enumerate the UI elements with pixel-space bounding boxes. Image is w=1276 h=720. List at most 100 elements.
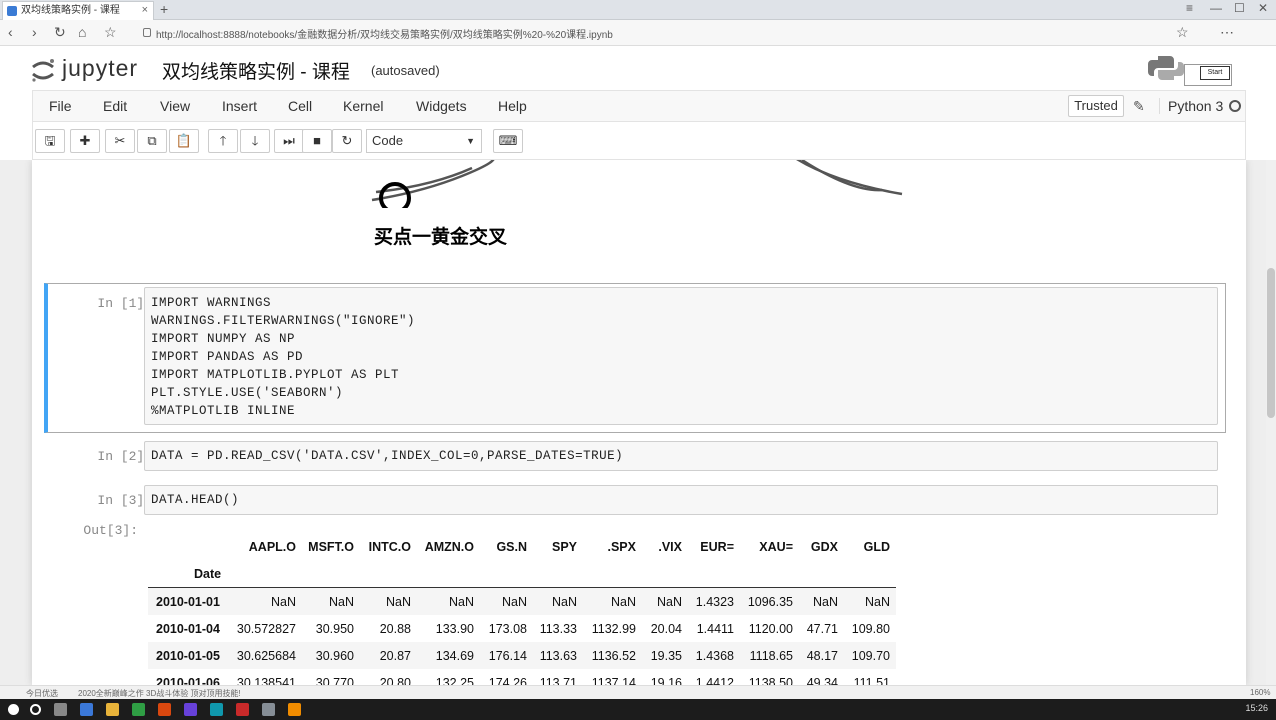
home-icon[interactable]: ⌂ xyxy=(78,24,86,40)
app-icon[interactable] xyxy=(158,703,171,716)
table-cell: 1137.14 xyxy=(591,676,636,685)
extension-icon[interactable]: ⋯ xyxy=(1220,24,1234,41)
table-cell: NaN xyxy=(270,595,296,609)
notebook-page: 买点一黄金交叉 In [1]: IMPORT WARNINGS WARNINGS… xyxy=(32,160,1246,685)
table-cell: 30.625684 xyxy=(236,649,296,663)
maximize-icon[interactable]: ☐ xyxy=(1234,1,1245,15)
browser-app-icon[interactable] xyxy=(80,703,93,716)
table-cell: 1120.00 xyxy=(748,622,793,636)
app-icon[interactable] xyxy=(184,703,197,716)
app-icon[interactable] xyxy=(236,703,249,716)
back-icon[interactable]: ‹ xyxy=(8,24,13,40)
menubar: File Edit View Insert Cell Kernel Widget… xyxy=(32,90,1246,122)
table-cell: NaN xyxy=(328,595,354,609)
start-menu-icon[interactable] xyxy=(8,704,19,715)
move-up-icon[interactable]: 🡑 xyxy=(208,129,238,153)
run-icon[interactable]: ⏭ xyxy=(274,129,304,153)
table-cell: 20.04 xyxy=(650,622,682,636)
status-left-text[interactable]: 今日优选 xyxy=(26,688,58,699)
start-button[interactable]: Start xyxy=(1200,66,1230,80)
menu-cell[interactable]: Cell xyxy=(288,98,312,114)
table-cell: NaN xyxy=(501,595,527,609)
kernel-status-icon xyxy=(1229,100,1241,112)
table-cell: 1.4323 xyxy=(695,595,734,609)
column-header: XAU= xyxy=(759,540,793,554)
interrupt-icon[interactable]: ■ xyxy=(302,129,332,153)
status-news-text[interactable]: 2020全新巅峰之作 3D战斗体验 顶对顶用技能! xyxy=(78,688,241,699)
table-cell: 1138.50 xyxy=(748,676,793,685)
cell-type-value: Code xyxy=(372,133,404,148)
system-clock[interactable]: 15:26 xyxy=(1245,703,1268,713)
table-cell: 173.08 xyxy=(488,622,527,636)
column-header: GDX xyxy=(810,540,838,554)
folder-app-icon[interactable] xyxy=(106,703,119,716)
column-header: AMZN.O xyxy=(424,540,474,554)
menu-file[interactable]: File xyxy=(49,98,72,114)
jupyter-logo-icon xyxy=(32,59,54,82)
page-info-icon[interactable] xyxy=(143,28,151,37)
zoom-level[interactable]: 160% xyxy=(1250,688,1270,697)
bookmark-icon[interactable]: ☆ xyxy=(104,24,117,41)
menu-insert[interactable]: Insert xyxy=(222,98,257,114)
column-header: AAPL.O xyxy=(248,540,296,554)
move-down-icon[interactable]: 🡓 xyxy=(240,129,270,153)
app-icon[interactable] xyxy=(210,703,223,716)
app-icon[interactable] xyxy=(288,703,301,716)
column-header: EUR= xyxy=(700,540,734,554)
minimize-icon[interactable]: — xyxy=(1210,1,1222,15)
notebook-title[interactable]: 双均线策略实例 - 课程 xyxy=(162,57,350,84)
notebook-area: 买点一黄金交叉 In [1]: IMPORT WARNINGS WARNINGS… xyxy=(0,160,1276,685)
table-cell: 1132.99 xyxy=(591,622,636,636)
table-cell: 132.25 xyxy=(435,676,474,685)
row-index: 2010-01-06 xyxy=(156,676,220,685)
table-cell: 30.950 xyxy=(315,622,354,636)
forward-icon[interactable]: › xyxy=(32,24,37,40)
column-header: GLD xyxy=(863,540,890,554)
cell-type-select[interactable]: Code ▼ xyxy=(366,129,482,153)
menu-view[interactable]: View xyxy=(160,98,190,114)
chevron-down-icon: ▼ xyxy=(466,136,475,146)
table-cell: 1.4368 xyxy=(695,649,734,663)
search-icon[interactable] xyxy=(30,704,41,715)
menu-widgets[interactable]: Widgets xyxy=(416,98,467,114)
menu-help[interactable]: Help xyxy=(498,98,527,114)
notebook-toolbar: 🖫 ✚ ✂ ⧉ 📋 🡑 🡓 ⏭ ■ ↻ Code ▼ ⌨ xyxy=(32,122,1246,160)
app-icon[interactable] xyxy=(132,703,145,716)
table-cell: 30.138541 xyxy=(236,676,296,685)
column-header: .SPX xyxy=(607,540,637,554)
command-palette-icon[interactable]: ⌨ xyxy=(493,129,523,153)
python-logo-icon xyxy=(1148,56,1184,80)
menu-icon[interactable]: ≡ xyxy=(1186,1,1193,15)
table-cell: 133.90 xyxy=(435,622,474,636)
table-cell: 19.35 xyxy=(650,649,682,663)
menu-kernel[interactable]: Kernel xyxy=(343,98,383,114)
tab-title: 双均线策略实例 - 课程 xyxy=(21,5,120,16)
table-cell: 48.17 xyxy=(806,649,838,663)
menu-edit[interactable]: Edit xyxy=(103,98,127,114)
close-tab-icon[interactable]: × xyxy=(142,2,148,19)
scrollbar-thumb[interactable] xyxy=(1267,268,1275,418)
save-icon[interactable]: 🖫 xyxy=(35,129,65,153)
task-view-icon[interactable] xyxy=(54,703,67,716)
copy-icon[interactable]: ⧉ xyxy=(137,129,167,153)
close-window-icon[interactable]: ✕ xyxy=(1258,1,1268,15)
column-header: INTC.O xyxy=(368,540,411,554)
table-cell: 109.70 xyxy=(851,649,890,663)
column-header: GS.N xyxy=(496,540,527,554)
app-icon[interactable] xyxy=(262,703,275,716)
url-field[interactable]: http://localhost:8888/notebooks/金融数据分析/双… xyxy=(156,26,613,41)
browser-status-bar: 今日优选 2020全新巅峰之作 3D战斗体验 顶对顶用技能! 160% xyxy=(0,685,1276,699)
star-icon[interactable]: ☆ xyxy=(1176,24,1189,41)
restart-icon[interactable]: ↻ xyxy=(332,129,362,153)
new-tab-icon[interactable]: + xyxy=(160,1,168,17)
save-status: (autosaved) xyxy=(371,63,440,78)
browser-tab[interactable]: 双均线策略实例 - 课程 × xyxy=(2,1,154,20)
column-header: SPY xyxy=(551,540,577,554)
table-cell: 49.34 xyxy=(806,676,838,685)
insert-cell-icon[interactable]: ✚ xyxy=(70,129,100,153)
cut-icon[interactable]: ✂ xyxy=(105,129,135,153)
trusted-indicator[interactable]: Trusted xyxy=(1068,95,1124,117)
paste-icon[interactable]: 📋 xyxy=(169,129,199,153)
reload-icon[interactable]: ↻ xyxy=(54,24,66,41)
page-scrollbar[interactable] xyxy=(1266,160,1276,685)
